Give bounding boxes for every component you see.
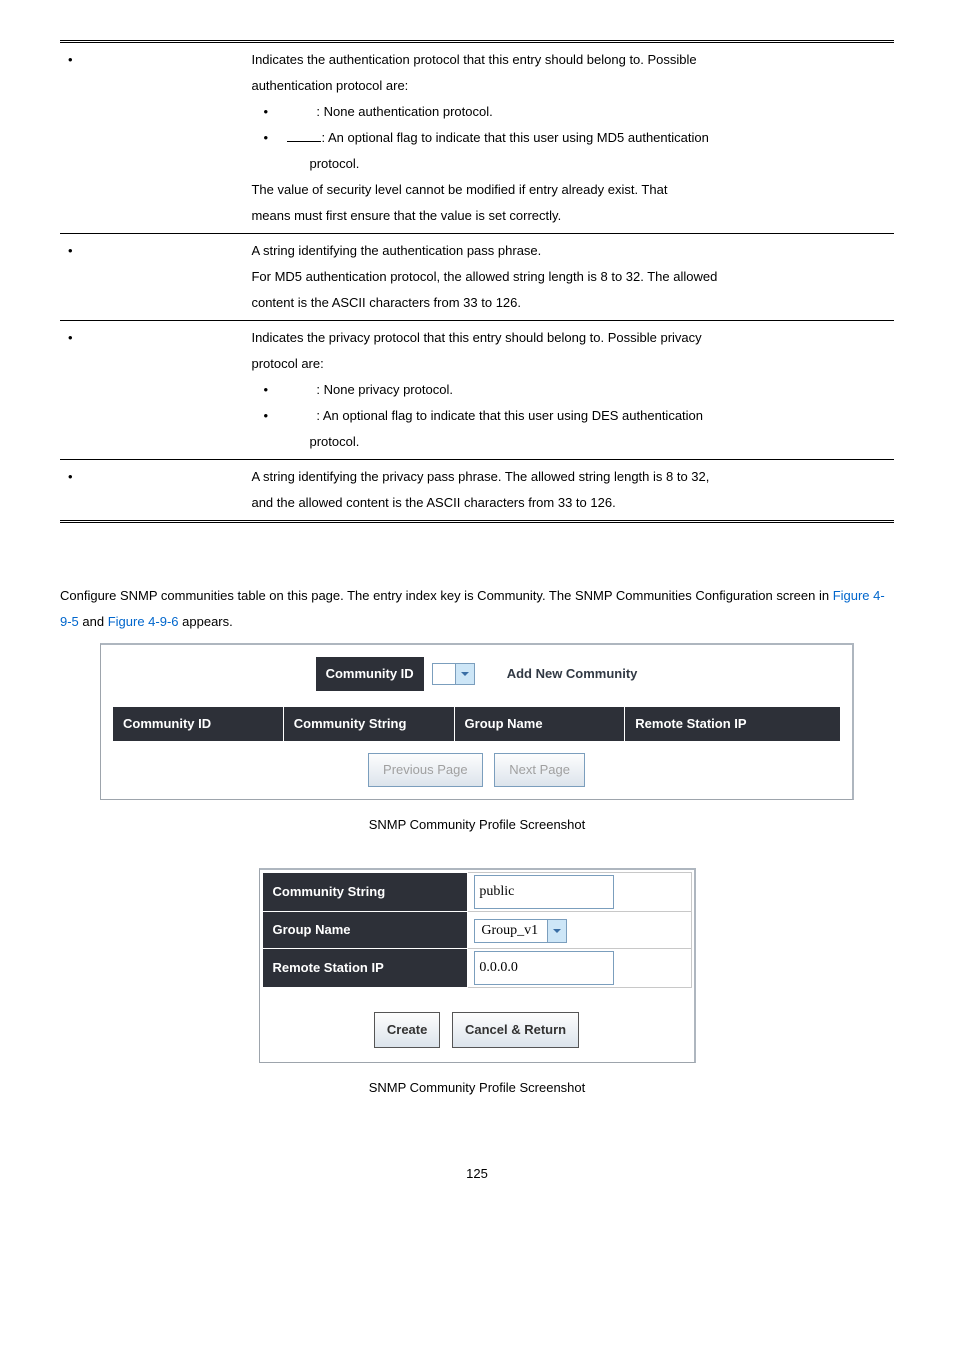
body-paragraph: Configure SNMP communities table on this… (60, 583, 894, 635)
previous-page-button[interactable]: Previous Page (368, 753, 483, 787)
figure-4-9-5: Community ID Add New Community Community… (100, 643, 854, 800)
chevron-down-icon (547, 920, 566, 942)
param-row-label: • (60, 321, 243, 460)
sub-bullet: : An optional flag to indicate that this… (287, 125, 886, 151)
community-string-label: Community String (262, 873, 468, 912)
col-header: Group Name (455, 707, 626, 741)
text: Indicates the authentication protocol th… (251, 47, 886, 73)
sub-bullet: : None authentication protocol. (287, 99, 886, 125)
param-row-label: • (60, 460, 243, 522)
page-number: 125 (60, 1161, 894, 1187)
param-row-label: • (60, 42, 243, 234)
chevron-down-icon (455, 664, 474, 684)
text: For MD5 authentication protocol, the all… (251, 264, 886, 290)
add-new-community-label: Add New Community (507, 661, 638, 687)
text: protocol. (309, 429, 886, 455)
param-row-desc: A string identifying the authentication … (243, 234, 894, 321)
text: authentication protocol are: (251, 73, 886, 99)
cancel-return-button[interactable]: Cancel & Return (452, 1012, 579, 1048)
param-row-label: • (60, 234, 243, 321)
community-id-dropdown[interactable] (432, 663, 475, 685)
group-name-select[interactable]: Group_v1 (474, 919, 567, 943)
param-row-desc: Indicates the authentication protocol th… (243, 42, 894, 234)
community-string-input[interactable]: public (474, 875, 614, 909)
text: and the allowed content is the ASCII cha… (251, 490, 886, 516)
text: screen in (776, 588, 832, 603)
sub-bullet: : None privacy protocol. (287, 377, 886, 403)
param-row-desc: A string identifying the privacy pass ph… (243, 460, 894, 522)
text: Indicates the privacy protocol that this… (251, 325, 886, 351)
text: A string identifying the privacy pass ph… (251, 464, 886, 490)
figure-caption: SNMP Community Profile Screenshot (60, 812, 894, 838)
col-header: Community String (284, 707, 455, 741)
parameters-table: • Indicates the authentication protocol … (60, 40, 894, 523)
remote-station-ip-label: Remote Station IP (262, 949, 468, 988)
text: and (79, 614, 108, 629)
text: appears. (179, 614, 233, 629)
text: A string identifying the authentication … (251, 238, 886, 264)
community-id-label: Community ID (316, 657, 424, 691)
param-row-desc: Indicates the privacy protocol that this… (243, 321, 894, 460)
figure-caption: SNMP Community Profile Screenshot (60, 1075, 894, 1101)
remote-station-ip-input[interactable]: 0.0.0.0 (474, 951, 614, 985)
text: : None privacy protocol. (316, 382, 453, 397)
text: protocol are: (251, 351, 886, 377)
text: Configure SNMP communities table on this… (60, 588, 773, 603)
text: : None authentication protocol. (316, 104, 492, 119)
col-header: Remote Station IP (625, 707, 840, 741)
select-value: Group_v1 (475, 920, 547, 942)
text: protocol. (309, 151, 886, 177)
text: : An optional flag to indicate that this… (316, 408, 703, 423)
table-header: Community ID Community String Group Name… (113, 707, 840, 741)
text: : An optional flag to indicate that this… (321, 130, 708, 145)
text: The value of security level cannot be mo… (251, 177, 886, 203)
figure-4-9-6: Community String public Group Name Group… (259, 868, 696, 1063)
next-page-button[interactable]: Next Page (494, 753, 585, 787)
col-header: Community ID (113, 707, 284, 741)
text: content is the ASCII characters from 33 … (251, 290, 886, 316)
create-button[interactable]: Create (374, 1012, 440, 1048)
figure-link[interactable]: Figure 4-9-6 (108, 614, 179, 629)
sub-bullet: : An optional flag to indicate that this… (287, 403, 886, 429)
group-name-label: Group Name (262, 912, 468, 949)
text: means must first ensure that the value i… (251, 203, 886, 229)
